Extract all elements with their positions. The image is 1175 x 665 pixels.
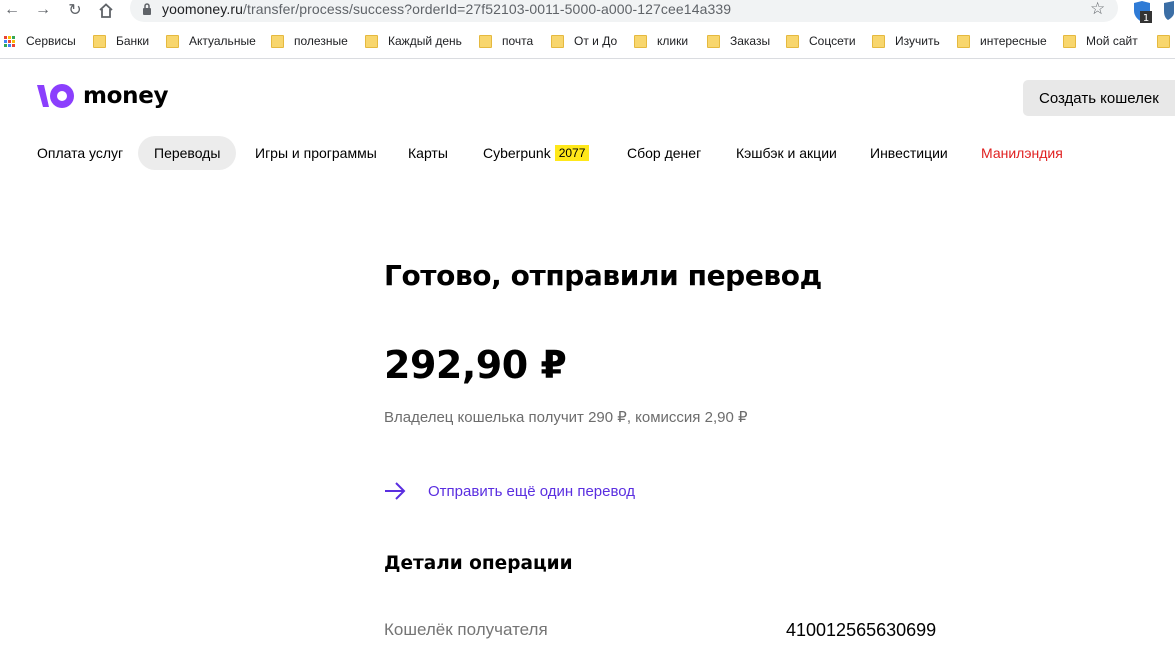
yoomoney-logo-icon [37,84,74,108]
folder-icon [1157,34,1170,48]
bookmark-label: От и До [574,34,618,48]
folder-icon [634,34,647,48]
bookmark-folder[interactable]: интересные [957,30,1047,52]
bookmark-label: Заказы [730,34,771,48]
bookmark-folder[interactable]: Соцсети [786,30,856,52]
url-text[interactable]: yoomoney.ru/transfer/process/success?ord… [162,1,731,17]
bookmark-folder[interactable]: Актуальные [166,30,256,52]
menu-item-payments[interactable]: Оплата услуг [37,136,123,170]
menu-item-manilandia[interactable]: Манилэндия [981,136,1063,170]
cyberpunk-badge: 2077 [554,145,590,161]
bookmark-label: почта [502,34,534,48]
bookmark-folder[interactable]: полезные [271,30,348,52]
home-icon[interactable] [97,0,115,20]
menu-item-games[interactable]: Игры и программы [255,136,377,170]
forward-icon[interactable]: → [34,0,52,20]
folder-icon [957,34,970,48]
folder-icon [551,34,564,48]
folder-icon [365,34,378,48]
folder-icon [786,34,799,48]
commission-info: Владелец кошелька получит 290 ₽, комисси… [384,409,748,426]
reload-icon[interactable]: ↻ [66,0,84,20]
bookmark-label: Банки [116,34,150,48]
menu-item-fundraising[interactable]: Сбор денег [627,136,701,170]
bookmark-folder[interactable]: клики [634,30,688,52]
bookmark-label: Мой сайт [1086,34,1138,48]
bookmark-label: интересные [980,34,1047,48]
send-another-transfer-label: Отправить ещё один перевод [428,482,636,500]
menu-item-transfers[interactable]: Переводы [138,136,237,170]
transfer-amount: 292,90 ₽ [384,343,567,387]
bookmark-folder[interactable]: Мой сайт [1063,30,1138,52]
details-row-label: Кошелёк получателя [384,620,548,639]
bookmark-label: полезные [294,34,348,48]
url-host: yoomoney.ru [162,1,243,17]
folder-icon [93,34,106,48]
extension-icon[interactable] [1162,1,1175,21]
folder-icon [1063,34,1076,48]
browser-toolbar: ← → ↻ yoomoney.ru/transfer/process/succe… [0,0,1175,23]
logo-text: money [83,83,169,109]
bookmark-label: Актуальные [189,34,256,48]
bookmark-label: Соцсети [809,34,856,48]
bookmark-folder[interactable]: Изучить [872,30,940,52]
extension-badge: 1 [1143,13,1149,23]
page-title: Готово, отправили перевод [384,259,822,292]
menu-item-cards[interactable]: Карты [408,136,448,170]
bookmark-folder[interactable]: Каждый день [365,30,462,52]
back-icon[interactable]: ← [3,0,21,20]
menu-item-label: Cyberpunk [483,145,551,161]
menu-item-cashback[interactable]: Кэшбэк и акции [736,136,837,170]
lock-icon [143,3,151,15]
bookmark-label: Изучить [895,34,940,48]
folder-icon [166,34,179,48]
extension-shield-icon[interactable]: 1 [1131,1,1153,23]
bookmark-label: клики [657,34,689,48]
bookmark-folder[interactable]: Заказы [707,30,770,52]
yoomoney-logo[interactable]: money [37,82,169,110]
menu-item-investments[interactable]: Инвестиции [870,136,948,170]
bookmark-folder[interactable]: От и До [551,30,617,52]
main-menu: Оплата услуг Переводы Игры и программы К… [0,136,1175,170]
arrow-right-icon [385,482,406,500]
details-heading: Детали операции [384,553,573,574]
bookmark-folder[interactable]: Банки [93,30,149,52]
send-another-transfer-link[interactable]: Отправить ещё один перевод [384,478,635,504]
bookmarks-bar: Сервисы Банки Актуальные полезные Каждый… [0,30,1175,52]
folder-icon [707,34,720,48]
bookmark-services[interactable]: Сервисы [4,30,76,52]
bookmark-label: Сервисы [26,34,76,48]
toolbar-divider [0,58,1175,59]
bookmark-overflow-folder[interactable] [1157,30,1175,52]
bookmark-folder[interactable]: почта [479,30,533,52]
bookmark-star-icon[interactable]: ☆ [1090,0,1105,19]
create-wallet-button[interactable]: Создать кошелек [1023,80,1175,116]
folder-icon [271,34,284,48]
bookmark-label: Каждый день [388,34,462,48]
apps-grid-icon [4,35,15,47]
details-row-value: 410012565630699 [786,620,937,640]
folder-icon [479,34,492,48]
folder-icon [872,34,885,48]
menu-item-cyberpunk[interactable]: Cyberpunk 2077 [483,136,590,170]
url-path: /transfer/process/success?orderId=27f521… [243,1,732,17]
